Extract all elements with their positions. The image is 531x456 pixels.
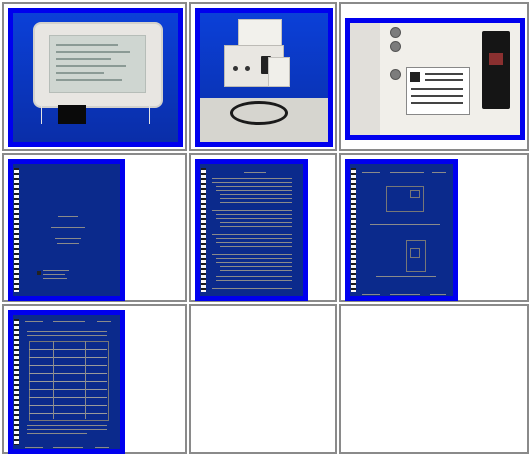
- specifications-table-page: [13, 315, 120, 449]
- gallery-cell: [2, 304, 187, 454]
- bench-equipment-photo: [200, 13, 328, 142]
- thumb-bench-equipment-photo[interactable]: [195, 8, 333, 147]
- display-screen: [49, 35, 146, 93]
- power-inlet: [482, 31, 510, 109]
- gallery-cell: [339, 2, 529, 151]
- rear-panel-photo: [350, 23, 520, 135]
- gallery-cell-empty: [339, 304, 529, 454]
- gallery-cell: [2, 2, 187, 151]
- gallery-cell: [189, 2, 337, 151]
- display-device: [33, 22, 163, 108]
- thumb-display-unit-photo[interactable]: [8, 8, 183, 147]
- thumb-specifications-table-page[interactable]: [8, 310, 125, 454]
- thumb-manual-cover-page[interactable]: [8, 159, 125, 301]
- equipment-cable: [230, 101, 288, 125]
- gallery-cell: [2, 153, 187, 302]
- rating-label-plate: [406, 67, 470, 115]
- equipment-side-unit: [268, 57, 290, 87]
- thumb-rear-panel-photo[interactable]: [345, 18, 525, 140]
- gallery-cell: [339, 153, 529, 302]
- thumbnail-gallery-table: [0, 0, 531, 456]
- display-unit-photo: [13, 13, 178, 142]
- diagram-page: [350, 164, 453, 296]
- display-stand: [58, 105, 86, 124]
- gallery-cell: [189, 153, 337, 302]
- thumb-diagram-page[interactable]: [345, 159, 458, 301]
- manual-cover-page: [13, 164, 120, 296]
- gallery-cell-empty: [189, 304, 337, 454]
- table-of-contents-page: [200, 164, 303, 296]
- thumb-table-of-contents-page[interactable]: [195, 159, 308, 301]
